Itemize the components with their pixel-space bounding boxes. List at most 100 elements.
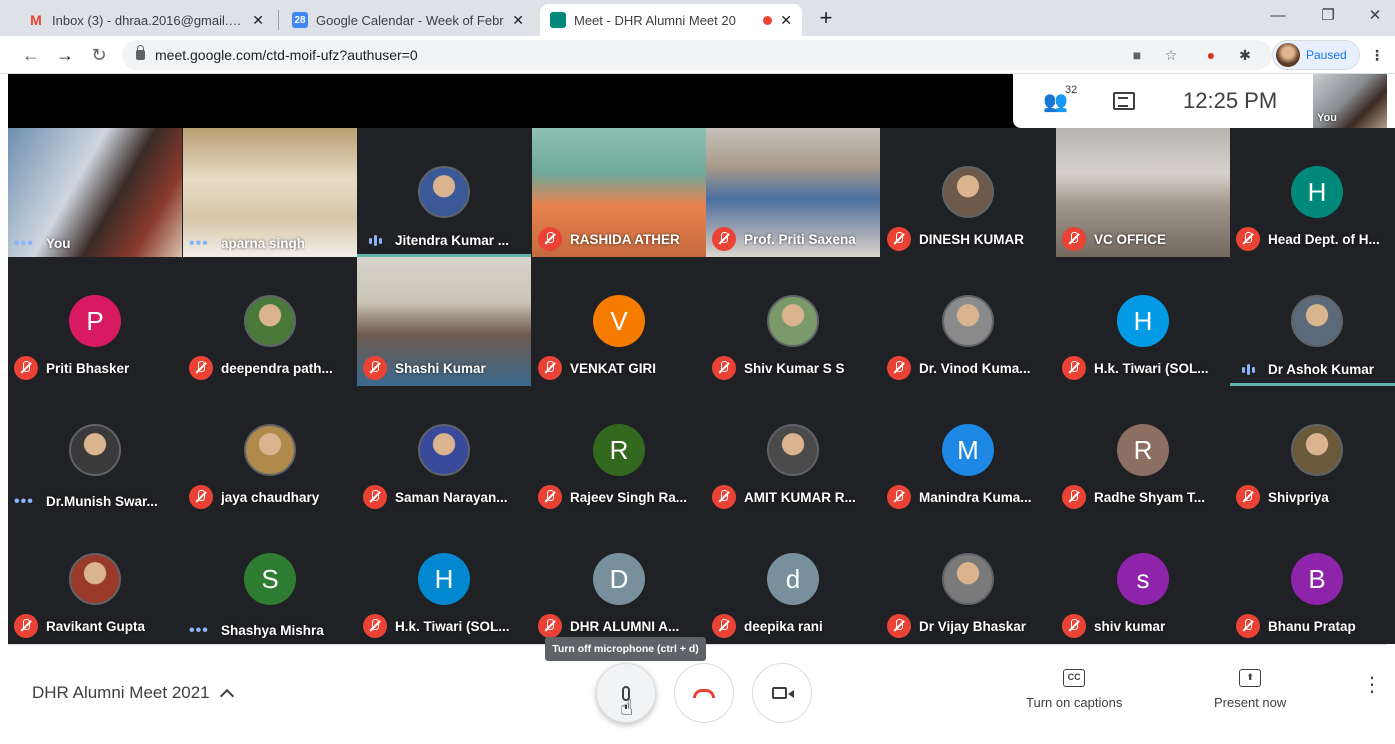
close-tab-icon[interactable]: ✕ [252, 12, 264, 29]
participant-tile[interactable]: Dr. Vinod Kuma... [881, 257, 1055, 386]
participant-name-row: Shivpriya [1236, 485, 1395, 509]
camera-in-use-icon[interactable]: ■ [1126, 45, 1148, 65]
participant-name: VC OFFICE [1094, 231, 1167, 247]
self-view-thumbnail[interactable]: You [1313, 74, 1387, 128]
hang-up-icon [693, 688, 715, 698]
hand-cursor-icon: ☝ [620, 695, 634, 720]
extension-icon[interactable]: ● [1200, 45, 1222, 65]
tab-meet[interactable]: Meet - DHR Alumni Meet 20 ✕ [540, 4, 802, 36]
participant-tile[interactable]: Dr Ashok Kumar [1230, 257, 1395, 386]
participant-name: deepika rani [744, 618, 823, 634]
participant-tile[interactable]: P Priti Bhasker [8, 257, 182, 386]
participant-tile[interactable]: Shiv Kumar S S [706, 257, 880, 386]
meet-window: 👥 32 12:25 PM You ••• You ••• aparna singh Ji… [8, 74, 1395, 744]
avatar [69, 553, 121, 605]
participant-tile[interactable]: AMIT KUMAR R... [706, 386, 880, 515]
participant-tile[interactable]: B Bhanu Pratap [1230, 515, 1395, 644]
participant-tile[interactable]: ••• Dr.Munish Swar... [8, 386, 182, 515]
tab-gmail[interactable]: M Inbox (3) - dhraa.2016@gmail.com ✕ [18, 4, 274, 36]
meeting-details-button[interactable]: DHR Alumni Meet 2021 [32, 683, 234, 704]
browser-menu-icon[interactable]: ⋮ [1366, 45, 1388, 65]
participant-tile[interactable]: ••• aparna singh [183, 128, 357, 257]
mic-muted-icon [538, 614, 562, 638]
participant-tile[interactable]: R Rajeev Singh Ra... [532, 386, 706, 515]
close-tab-icon[interactable]: ✕ [512, 12, 524, 29]
participant-name: Head Dept. of H... [1268, 231, 1380, 247]
tab-bar: M Inbox (3) - dhraa.2016@gmail.com ✕ 28 … [0, 0, 1395, 36]
avatar [767, 295, 819, 347]
mic-muted-icon [1062, 614, 1086, 638]
participant-name: Manindra Kuma... [919, 489, 1032, 505]
lock-icon [136, 45, 145, 60]
participants-count: 32 [1065, 83, 1078, 96]
url-text: meet.google.com/ctd-moif-ufz?authuser=0 [155, 47, 418, 63]
participant-tile[interactable]: Dr Vijay Bhaskar [881, 515, 1055, 644]
forward-icon[interactable]: → [52, 42, 78, 68]
self-view-label: You [1317, 112, 1337, 124]
participant-tile[interactable]: d deepika rani [706, 515, 880, 644]
participant-tile[interactable]: Ravikant Gupta [8, 515, 182, 644]
captions-label: Turn on captions [1026, 695, 1123, 710]
puzzle-extensions-icon[interactable]: ✱ [1234, 45, 1256, 65]
participant-tile[interactable]: VC OFFICE [1056, 128, 1230, 257]
participant-tile[interactable]: Saman Narayan... [357, 386, 531, 515]
mic-muted-icon [1236, 227, 1260, 251]
participant-name: Shashi Kumar [395, 360, 486, 376]
minimize-icon[interactable]: — [1258, 4, 1298, 28]
reload-icon[interactable]: ↻ [86, 42, 112, 68]
avatar [418, 424, 470, 476]
participant-tile[interactable]: Shashi Kumar [357, 257, 531, 386]
avatar: S [244, 553, 296, 605]
mic-muted-icon [887, 356, 911, 380]
tab-label: Inbox (3) - dhraa.2016@gmail.com [52, 12, 245, 28]
restore-icon[interactable]: ❐ [1308, 4, 1348, 28]
captions-button[interactable]: CC Turn on captions [1026, 669, 1122, 710]
leave-call-button[interactable] [674, 663, 734, 723]
participant-tile[interactable]: DINESH KUMAR [881, 128, 1055, 257]
participant-name-row: AMIT KUMAR R... [712, 485, 876, 509]
participant-tile[interactable]: Shivpriya [1230, 386, 1395, 515]
mic-muted-icon [712, 485, 736, 509]
participants-icon[interactable]: 👥 32 [1043, 84, 1077, 114]
close-tab-icon[interactable]: ✕ [780, 12, 792, 29]
participant-name: VENKAT GIRI [570, 360, 657, 376]
participant-tile[interactable]: S ••• Shashya Mishra [183, 515, 357, 644]
participant-tile[interactable]: H H.k. Tiwari (SOL... [1056, 257, 1230, 386]
participant-tile[interactable]: H Head Dept. of H... [1230, 128, 1395, 257]
bookmark-star-icon[interactable]: ☆ [1160, 45, 1182, 65]
participant-tile[interactable]: s shiv kumar [1056, 515, 1230, 644]
present-now-button[interactable]: ⬆ Present now [1214, 669, 1286, 710]
chat-icon[interactable] [1113, 92, 1135, 110]
participant-tile[interactable]: R Radhe Shyam T... [1056, 386, 1230, 515]
new-tab-button[interactable]: + [812, 5, 840, 33]
participant-name: Shivpriya [1268, 489, 1329, 505]
participant-name: Dr. Vinod Kuma... [919, 360, 1031, 376]
participant-name: jaya chaudhary [221, 489, 320, 505]
participant-tile[interactable]: ••• You [8, 128, 182, 257]
participant-name-row: Manindra Kuma... [887, 485, 1051, 509]
mic-muted-icon [887, 227, 911, 251]
profile-button[interactable]: Paused [1272, 40, 1360, 70]
participant-tile[interactable]: Jitendra Kumar ... [357, 128, 531, 257]
participant-tile[interactable]: Prof. Priti Saxena [706, 128, 880, 257]
participant-name-row: H.k. Tiwari (SOL... [363, 614, 527, 638]
participant-tile[interactable]: H H.k. Tiwari (SOL... [357, 515, 531, 644]
tab-calendar[interactable]: 28 Google Calendar - Week of Febr ✕ [282, 4, 534, 36]
participant-tile[interactable]: V VENKAT GIRI [532, 257, 706, 386]
avatar: P [69, 295, 121, 347]
participant-name: RASHIDA ATHER [570, 231, 680, 247]
participant-tile[interactable]: RASHIDA ATHER [532, 128, 706, 257]
mic-muted-icon [189, 356, 213, 380]
window-close-icon[interactable]: ✕ [1355, 4, 1395, 28]
participant-name-row: ••• Dr.Munish Swar... [14, 493, 178, 509]
participant-tile[interactable]: jaya chaudhary [183, 386, 357, 515]
participant-tile[interactable]: deependra path... [183, 257, 357, 386]
participant-tile[interactable]: M Manindra Kuma... [881, 386, 1055, 515]
address-bar[interactable]: meet.google.com/ctd-moif-ufz?authuser=0 [122, 40, 1272, 70]
participant-name-row: DINESH KUMAR [887, 227, 1051, 251]
more-options-button[interactable]: ⋮ [1362, 675, 1382, 695]
back-icon[interactable]: ← [18, 42, 44, 68]
participant-tile[interactable]: D DHR ALUMNI A... [532, 515, 706, 644]
camera-button[interactable] [752, 663, 812, 723]
participant-name: Prof. Priti Saxena [744, 231, 856, 247]
